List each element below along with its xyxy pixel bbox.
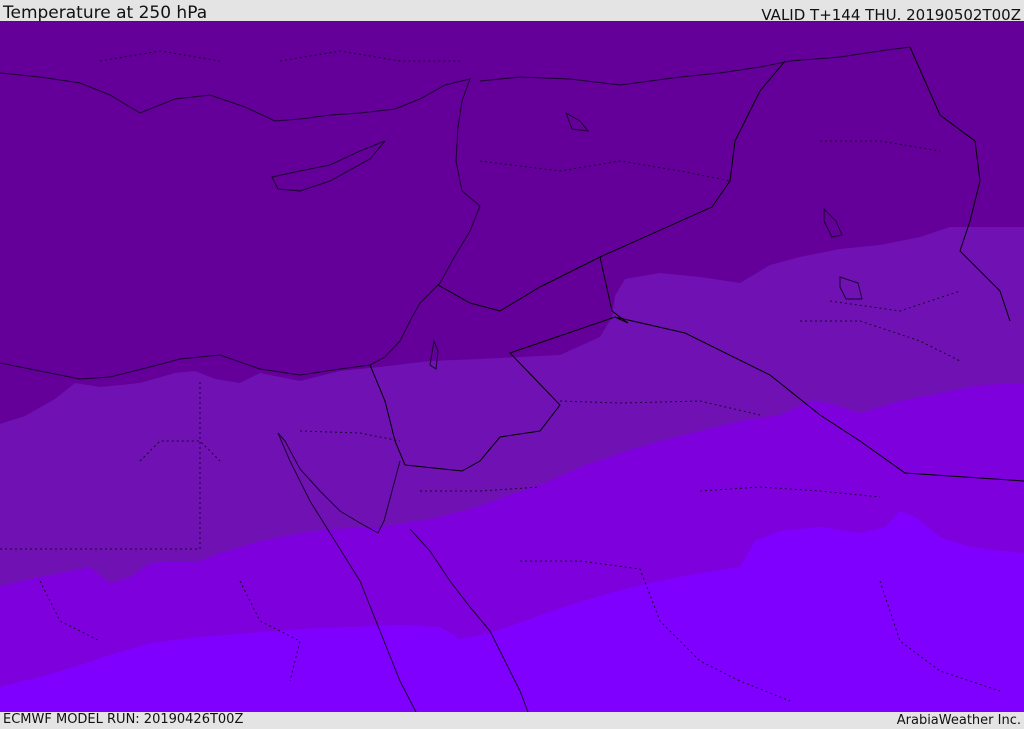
map-title: Temperature at 250 hPa [3,3,208,23]
footer-bar: ECMWF MODEL RUN: 20190426T00Z ArabiaWeat… [0,712,1024,729]
temperature-map[interactable] [0,21,1024,712]
header-bar: Temperature at 250 hPa VALID T+144 THU. … [0,0,1024,24]
map-canvas [0,21,1024,712]
model-run-label: ECMWF MODEL RUN: 20190426T00Z [3,712,244,727]
credit-label: ArabiaWeather Inc. [896,713,1021,728]
